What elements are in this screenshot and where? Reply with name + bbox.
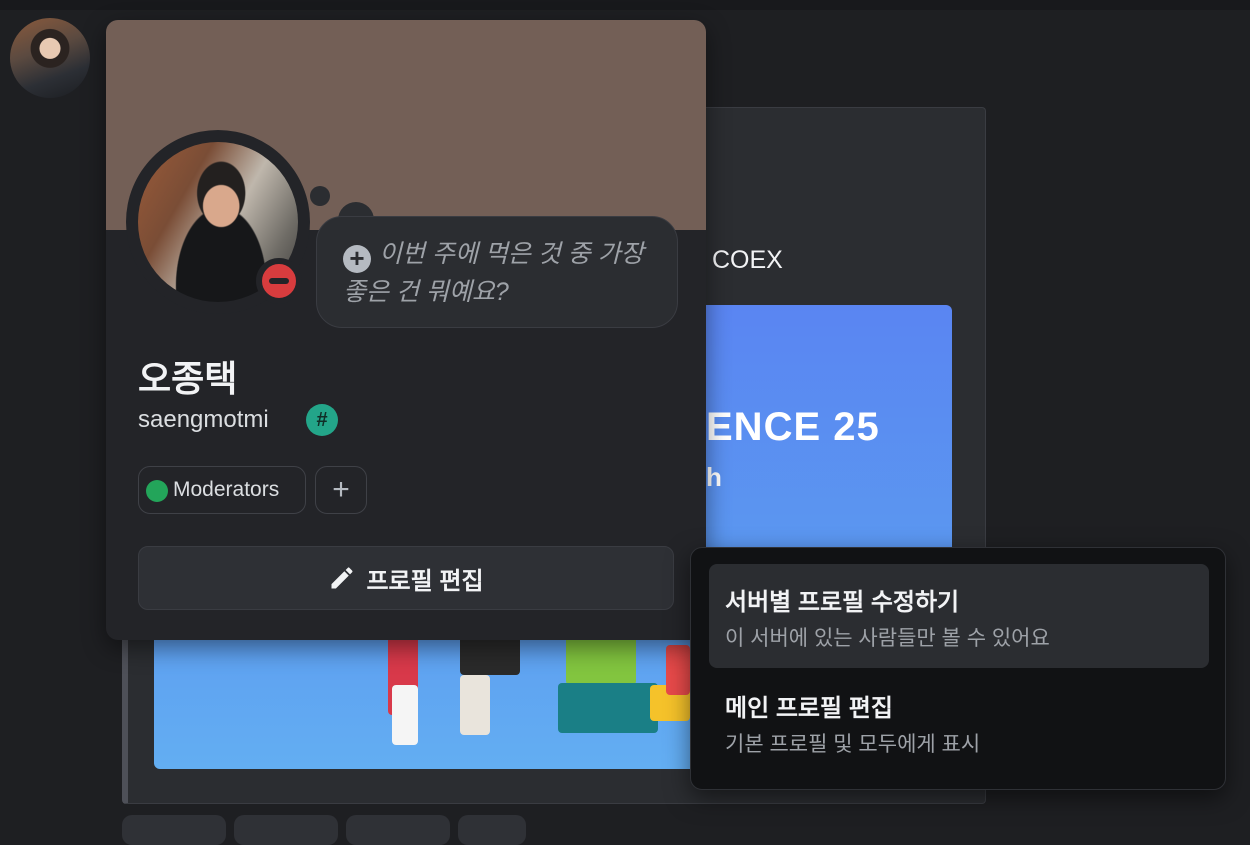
menu-item-title: 서버별 프로필 수정하기	[725, 589, 960, 616]
username[interactable]: saengmotmi	[138, 406, 269, 434]
menu-item-title: 메인 프로필 편집	[725, 695, 893, 722]
display-name: 오종택	[138, 358, 238, 399]
menu-item-main-profile[interactable]: 메인 프로필 편집 기본 프로필 및 모두에게 표시	[709, 670, 1209, 774]
add-status-icon: +	[343, 245, 371, 273]
edit-profile-label: 프로필 편집	[366, 567, 484, 595]
edit-profile-menu: 서버별 프로필 수정하기 이 서버에 있는 사람들만 볼 수 있어요 메인 프로…	[690, 547, 1226, 790]
do-not-disturb-status-icon[interactable]	[256, 258, 302, 304]
embed-image-title: ENCE 25	[706, 405, 880, 449]
role-label: Moderators	[173, 478, 280, 501]
add-role-button[interactable]: +	[315, 466, 367, 514]
illustration-figure	[460, 675, 490, 735]
top-bar	[0, 0, 1250, 10]
menu-item-subtitle: 이 서버에 있는 사람들만 볼 수 있어요	[725, 627, 1050, 650]
menu-item-subtitle: 기본 프로필 및 모두에게 표시	[725, 733, 981, 756]
hashtag-badge-icon[interactable]: #	[306, 404, 338, 436]
embed-image-subtitle: h	[706, 462, 722, 492]
reaction-button[interactable]	[234, 815, 338, 845]
status-prompt-bubble[interactable]: + 이번 주에 먹은 것 중 가장 좋은 건 뭐예요?	[316, 216, 678, 328]
pencil-icon	[331, 567, 353, 589]
role-chip-moderators[interactable]: Moderators	[138, 466, 306, 514]
reaction-button[interactable]	[346, 815, 450, 845]
user-avatar-thumbnail[interactable]	[10, 18, 90, 98]
reaction-button[interactable]	[458, 815, 526, 845]
illustration-figure	[460, 635, 520, 675]
illustration-figure	[392, 685, 418, 745]
illustration-figure	[558, 683, 658, 733]
status-prompt-text: 이번 주에 먹은 것 중 가장 좋은 건 뭐예요?	[343, 240, 644, 306]
menu-item-server-profile[interactable]: 서버별 프로필 수정하기 이 서버에 있는 사람들만 볼 수 있어요	[709, 564, 1209, 668]
edit-profile-button[interactable]: 프로필 편집	[138, 546, 674, 610]
reaction-button[interactable]	[122, 815, 226, 845]
profile-popout: + 이번 주에 먹은 것 중 가장 좋은 건 뭐예요? 오종택 saengmotm…	[106, 20, 706, 640]
role-color-dot	[146, 480, 168, 502]
illustration-figure	[666, 645, 690, 695]
thought-bubble-dot	[310, 186, 330, 206]
